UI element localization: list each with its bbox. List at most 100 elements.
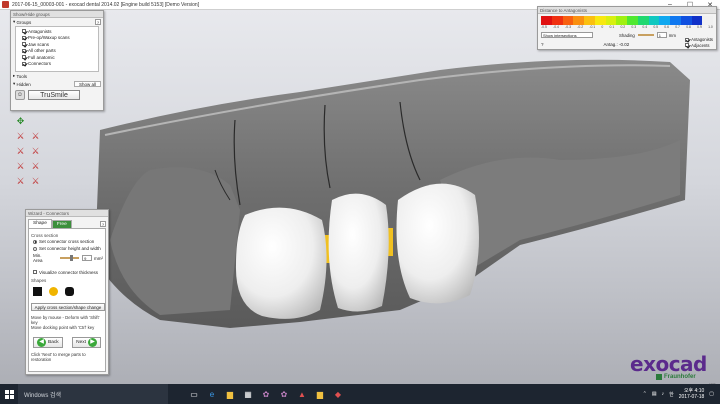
min-area-label: Min. Area xyxy=(33,253,43,263)
volume-icon[interactable]: ♪ xyxy=(662,391,665,397)
scale-swatch xyxy=(680,16,692,25)
tooth-left xyxy=(235,207,327,319)
axis-icon[interactable]: ⚔ xyxy=(29,175,42,188)
start-button[interactable] xyxy=(0,384,18,404)
hidden-label: Hidden xyxy=(16,81,31,87)
min-area-slider[interactable] xyxy=(59,255,80,261)
checkbox[interactable] xyxy=(22,55,26,60)
scale-swatch xyxy=(659,16,670,25)
exocad-taskbar-icon[interactable]: ◆ xyxy=(332,388,344,400)
footer-hint: Click 'Next' to merge parts to restorati… xyxy=(31,351,86,362)
fraunhofer-mark: Fraunhofer xyxy=(656,374,696,380)
shading-label: Shading xyxy=(619,32,635,38)
scale-swatch xyxy=(573,16,584,25)
square-shape-icon[interactable] xyxy=(33,287,42,296)
view-front-icon[interactable]: ⚔ xyxy=(14,130,27,143)
trusmile-button[interactable]: TruSmile xyxy=(28,90,80,100)
scale-label: 0.2 xyxy=(620,25,626,29)
show-hide-panel: Show/Hide groups ▾ Groups ? Antagonists … xyxy=(10,10,104,111)
rounded-shape-icon[interactable] xyxy=(65,287,74,296)
view-back-icon[interactable]: ⚔ xyxy=(29,160,42,173)
shading-input[interactable]: 1 xyxy=(656,32,667,38)
hint-line: Move by mouse - Deform with 'Shift' key xyxy=(31,315,100,326)
scale-label: 0 xyxy=(601,25,604,29)
scale-swatch xyxy=(551,16,563,25)
file-explorer-icon[interactable]: ▆ xyxy=(224,388,236,400)
window-title: 2017-06-15_00003-001 - exocad dental 201… xyxy=(12,1,200,8)
view-top-icon[interactable]: ⚔ xyxy=(29,145,42,158)
option-height-width[interactable]: Set connector height and width xyxy=(31,245,103,252)
tooth-right xyxy=(396,183,479,304)
help-button[interactable]: ? xyxy=(100,221,106,227)
network-icon[interactable]: ▤ xyxy=(652,391,657,397)
scale-swatch xyxy=(691,16,703,25)
windows-taskbar: Windows 검색 ▭ e ▆ ▦ ✿ ✿ ▲ ▆ ◆ ⌃ ▤ ♪ 한 오후 … xyxy=(0,384,720,404)
tab-shape[interactable]: Shape xyxy=(28,219,52,228)
checkbox[interactable] xyxy=(22,61,26,66)
scale-swatch xyxy=(702,16,713,25)
help-button[interactable]: ? xyxy=(95,19,101,25)
scale-label: -0.2 xyxy=(577,25,584,29)
scale-label: 0.4 xyxy=(642,25,648,29)
arrow-right-icon: ▶ xyxy=(88,337,97,347)
logo-word: exocad xyxy=(630,352,707,376)
apply-shape-button[interactable]: Apply cross section/shape change xyxy=(31,303,105,311)
task-view-icon[interactable]: ▭ xyxy=(188,388,200,400)
tools-label: Tools xyxy=(16,73,28,79)
store-icon[interactable]: ▦ xyxy=(242,388,254,400)
hint-text: Move by mouse - Deform with 'Shift' key … xyxy=(31,315,103,331)
next-button[interactable]: Next ▶ xyxy=(72,336,101,348)
check-adjacents[interactable]: Adjacents xyxy=(685,43,713,49)
radio-button[interactable] xyxy=(33,246,37,251)
language-indicator[interactable]: 한 xyxy=(669,391,674,398)
checkbox[interactable] xyxy=(685,37,690,42)
back-button[interactable]: ◀ Back xyxy=(33,336,63,348)
taskbar-search[interactable]: Windows 검색 xyxy=(18,384,168,404)
checkbox[interactable] xyxy=(22,35,26,40)
tab-free[interactable]: Free xyxy=(51,220,72,228)
scale-label: 0.9 xyxy=(697,25,702,29)
scale-label: -0.4 xyxy=(553,25,559,29)
shading-slider[interactable] xyxy=(637,34,654,36)
app-icon[interactable]: ✿ xyxy=(278,388,290,400)
help-button[interactable]: ? xyxy=(541,42,544,47)
view-right-icon[interactable]: ⚔ xyxy=(14,145,27,158)
view-left-icon[interactable]: ⚔ xyxy=(29,130,42,143)
tooth-icon[interactable]: ☺ xyxy=(15,90,25,100)
checkbox[interactable] xyxy=(22,29,26,34)
app-icon[interactable]: ✿ xyxy=(260,388,272,400)
checkbox[interactable] xyxy=(33,270,37,274)
option-cross-section[interactable]: Set connector cross section xyxy=(31,238,103,245)
clock[interactable]: 오후 4:10 2017-07-18 xyxy=(679,388,705,400)
checkbox[interactable] xyxy=(22,42,26,47)
antag-value: Antag.: -0.02 xyxy=(603,42,630,47)
distance-color-scale xyxy=(541,16,713,25)
min-area-row: Min. Area 9 mm² xyxy=(31,253,103,263)
shapes-row xyxy=(31,283,103,300)
min-area-input[interactable]: 9 xyxy=(82,255,92,261)
folder-icon[interactable]: ▆ xyxy=(314,388,326,400)
chevron-up-icon[interactable]: ⌃ xyxy=(643,391,647,397)
notification-icon[interactable]: ▢ xyxy=(709,391,714,397)
tools-section[interactable]: ▸ Tools xyxy=(11,72,103,80)
hint-line: Move docking point with 'Ctrl' key xyxy=(31,325,95,331)
distance-antagonists-panel: Distance to Antagonists -0.5 -0.4 -0.3 -0.2… xyxy=(537,6,717,50)
app-icon[interactable]: ▲ xyxy=(296,388,308,400)
radio-button[interactable] xyxy=(33,239,37,244)
view-side-icon[interactable]: ⚔ xyxy=(14,175,27,188)
tree-item-connectors[interactable]: Connectors xyxy=(16,61,98,68)
view-bottom-icon[interactable]: ⚔ xyxy=(14,160,27,173)
view-toolbar: ✥ ⚔ ⚔ ⚔ ⚔ ⚔ ⚔ ⚔ ⚔ xyxy=(14,115,44,190)
scale-label: 0.1 xyxy=(609,25,615,29)
show-all-button[interactable]: Show all xyxy=(73,81,101,87)
windows-icon xyxy=(4,389,14,399)
scale-label: 0.6 xyxy=(664,25,669,29)
checkbox[interactable] xyxy=(685,43,690,48)
circle-shape-icon[interactable] xyxy=(49,287,58,296)
checkbox[interactable] xyxy=(22,48,26,53)
groups-section[interactable]: ▾ Groups ? xyxy=(11,18,103,26)
rotate-icon[interactable]: ✥ xyxy=(14,115,27,128)
visualize-thickness-row[interactable]: Visualize connector thickness xyxy=(31,268,103,276)
mode-select[interactable]: Show intersections xyxy=(541,32,593,38)
edge-icon[interactable]: e xyxy=(206,388,218,400)
